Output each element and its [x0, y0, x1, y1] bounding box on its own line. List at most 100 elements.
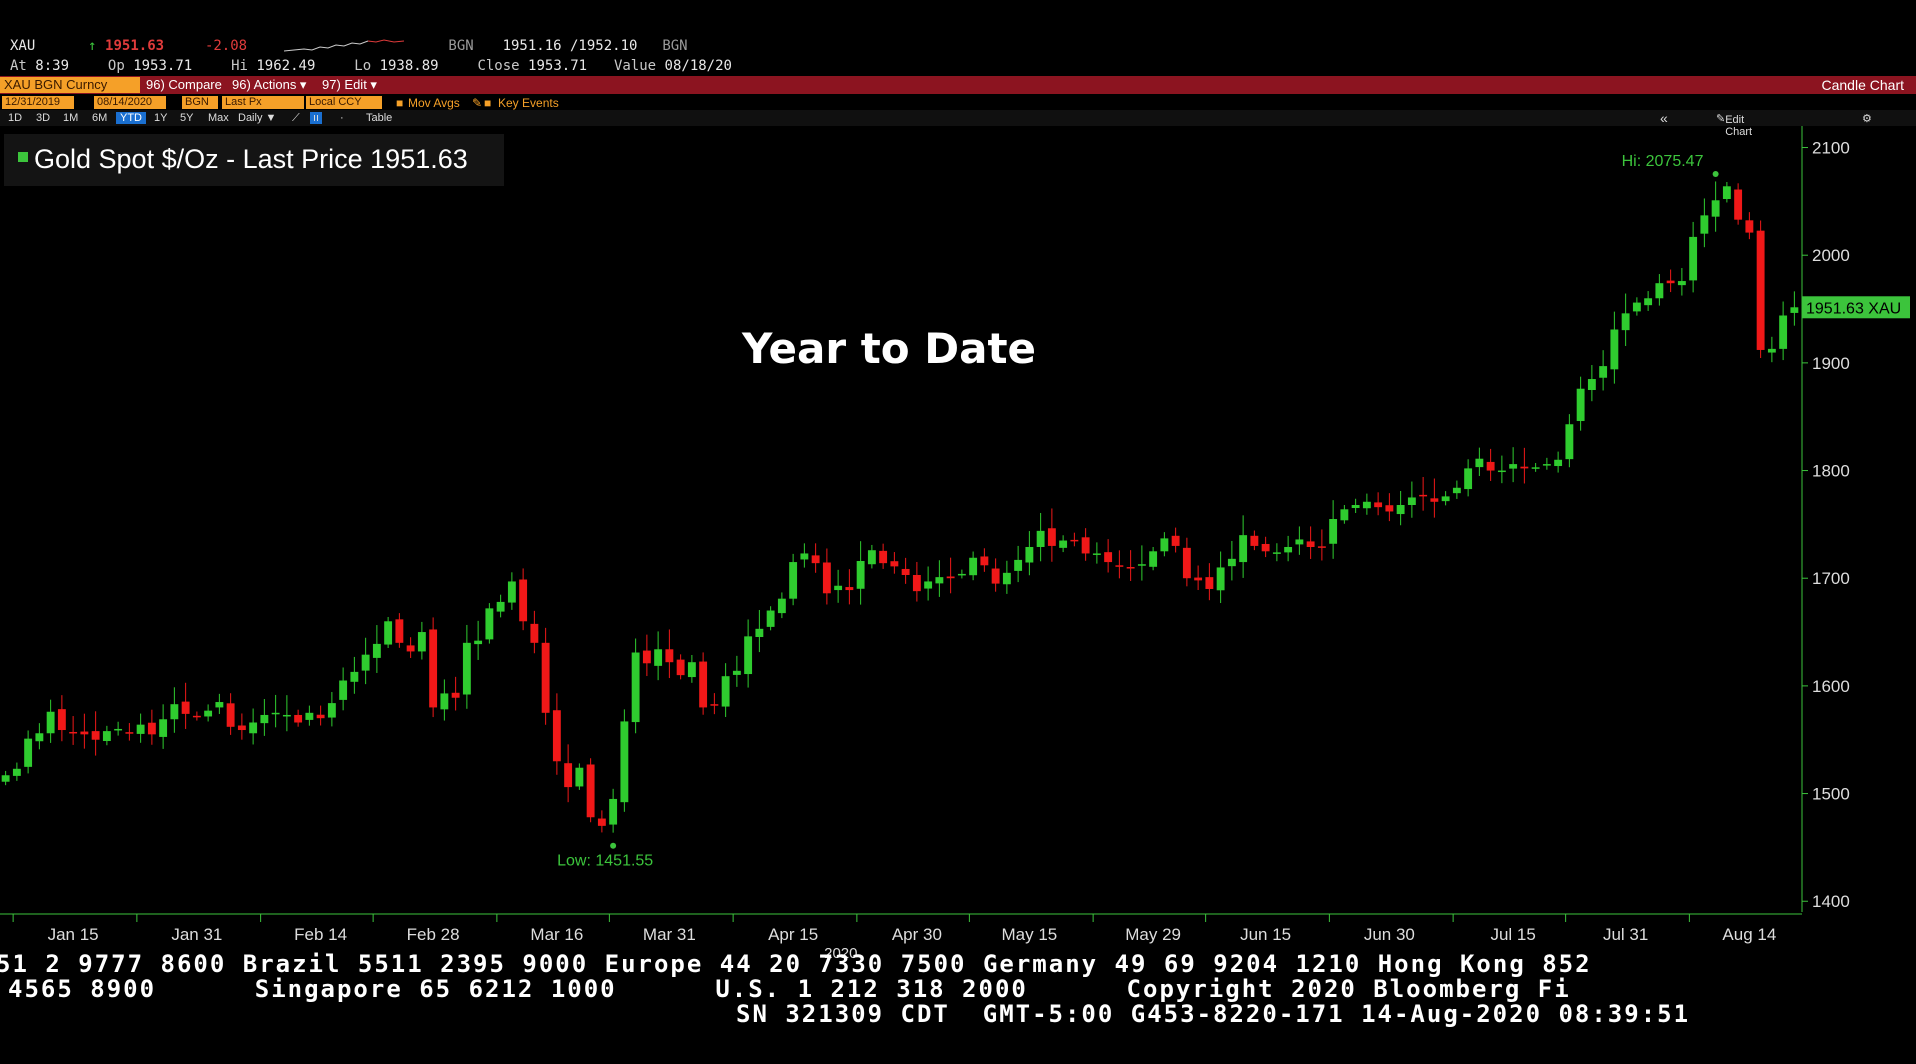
- range-ytd[interactable]: YTD: [116, 112, 146, 124]
- candle-body: [867, 550, 876, 565]
- x-tick-label: Jun 15: [1240, 925, 1291, 944]
- start-date-field[interactable]: 12/31/2019: [2, 96, 74, 109]
- candle-body: [1385, 505, 1394, 512]
- candle-body: [901, 568, 910, 575]
- open-value: 1953.71: [133, 58, 193, 74]
- candle-body: [1610, 329, 1619, 370]
- candle-body: [1396, 505, 1405, 515]
- high-value: 1962.49: [256, 58, 316, 74]
- candle-body: [1081, 537, 1090, 554]
- key-events-toggle[interactable]: Key Events: [498, 96, 559, 110]
- mov-avgs-toggle[interactable]: Mov Avgs: [408, 96, 460, 110]
- candle-body: [1306, 541, 1315, 547]
- price-change: -2.08: [204, 38, 248, 54]
- source-field[interactable]: BGN: [182, 96, 218, 109]
- currency-field[interactable]: Local CCY: [306, 96, 382, 109]
- security-field[interactable]: XAU BGN Curncy: [0, 77, 140, 93]
- candle-body: [1014, 559, 1023, 571]
- period-select[interactable]: Daily ▼: [238, 112, 276, 124]
- candle-body: [1700, 215, 1709, 234]
- candle-body: [35, 733, 44, 742]
- candle-body: [597, 818, 606, 826]
- y-tick-label: 1800: [1812, 462, 1850, 481]
- candle-body: [1644, 298, 1653, 306]
- checkbox-icon[interactable]: ■: [484, 96, 491, 110]
- candle-body: [384, 621, 393, 645]
- edit-chart-button[interactable]: ✎ Edit Chart: [1716, 112, 1752, 138]
- line-chart-icon[interactable]: ⟋: [292, 112, 300, 125]
- close-label: Close: [477, 58, 520, 74]
- x-tick-label: Aug 14: [1722, 925, 1776, 944]
- candle-body: [1441, 496, 1450, 502]
- candle-body: [1509, 464, 1518, 469]
- low-marker: [610, 842, 617, 849]
- range-6m[interactable]: 6M: [92, 112, 107, 124]
- sparkline-icon: [283, 39, 404, 52]
- y-tick-label: 2100: [1812, 139, 1850, 158]
- x-tick-label: May 29: [1125, 925, 1181, 944]
- gear-icon[interactable]: ⚙: [1862, 112, 1872, 125]
- edit-menu[interactable]: 97) Edit ▾: [318, 77, 381, 93]
- candle-body: [125, 732, 134, 734]
- candle-body: [541, 642, 550, 713]
- range-3d[interactable]: 3D: [36, 112, 50, 124]
- compare-button[interactable]: 96) Compare: [142, 77, 226, 93]
- range-5y[interactable]: 5Y: [180, 112, 193, 124]
- candle-body: [316, 714, 325, 719]
- candle-body: [1272, 552, 1281, 554]
- ticker-symbol[interactable]: XAU: [10, 38, 35, 54]
- candle-body: [1216, 567, 1225, 591]
- candle-body: [1452, 487, 1461, 494]
- candle-body: [609, 798, 618, 825]
- candle-body: [1655, 283, 1664, 299]
- last-price: 1951.63: [105, 38, 165, 54]
- candle-body: [1756, 230, 1765, 350]
- candle-body: [654, 649, 663, 666]
- end-date-field[interactable]: 08/14/2020: [94, 96, 166, 109]
- candle-body: [46, 711, 55, 734]
- candle-body: [924, 581, 933, 589]
- candle-body: [845, 587, 854, 591]
- candle-chart-icon[interactable]: ıı: [310, 112, 323, 124]
- more-icon[interactable]: ·: [340, 112, 344, 124]
- candle-body: [417, 632, 426, 652]
- collapse-icon[interactable]: «: [1660, 110, 1668, 126]
- candle-body: [147, 722, 156, 735]
- candle-body: [1149, 551, 1158, 567]
- candle-body: [1666, 280, 1675, 284]
- up-arrow-icon: ↑: [88, 38, 97, 54]
- candle-body: [1250, 535, 1259, 546]
- checkbox-icon[interactable]: ■: [396, 96, 403, 110]
- x-tick-label: May 15: [1002, 925, 1058, 944]
- candle-body: [935, 577, 944, 584]
- candle-body: [1632, 302, 1641, 312]
- range-1m[interactable]: 1M: [63, 112, 78, 124]
- high-annotation: Hi: 2075.47: [1622, 153, 1704, 170]
- chart-legend[interactable]: Gold Spot $/Oz - Last Price 1951.63: [4, 134, 504, 186]
- range-max[interactable]: Max: [208, 112, 229, 124]
- candle-body: [699, 661, 708, 708]
- candle-body: [1036, 530, 1045, 547]
- candle-body: [1092, 553, 1101, 555]
- x-tick-label: Apr 30: [892, 925, 942, 944]
- candle-body: [834, 585, 843, 591]
- candle-body: [361, 654, 370, 671]
- range-1d[interactable]: 1D: [8, 112, 22, 124]
- pencil-icon[interactable]: ✎: [472, 96, 482, 110]
- candle-body: [226, 703, 235, 727]
- candle-body: [372, 643, 381, 658]
- candle-body: [957, 573, 966, 576]
- candle-body: [1171, 535, 1180, 546]
- low-label: Lo: [354, 58, 372, 74]
- price-chart[interactable]: 1400 1500 1600 1700 1800 1900 2000 2100 Jan 15 Ja…: [0, 126, 1916, 960]
- price-field[interactable]: Last Px: [222, 96, 304, 109]
- last-price-label: 1951.63 XAU: [1806, 300, 1901, 317]
- candle-body: [1374, 502, 1383, 508]
- range-1y[interactable]: 1Y: [154, 112, 167, 124]
- table-button[interactable]: Table: [366, 112, 392, 124]
- candle-body: [1734, 189, 1743, 220]
- range-bar: 1D 3D 1M 6M YTD 1Y 5Y Max Daily ▼ ⟋ ıı ·…: [0, 110, 1916, 138]
- candle-body: [12, 768, 21, 776]
- candle-body: [1475, 458, 1484, 468]
- actions-menu[interactable]: 96) Actions ▾: [228, 77, 310, 93]
